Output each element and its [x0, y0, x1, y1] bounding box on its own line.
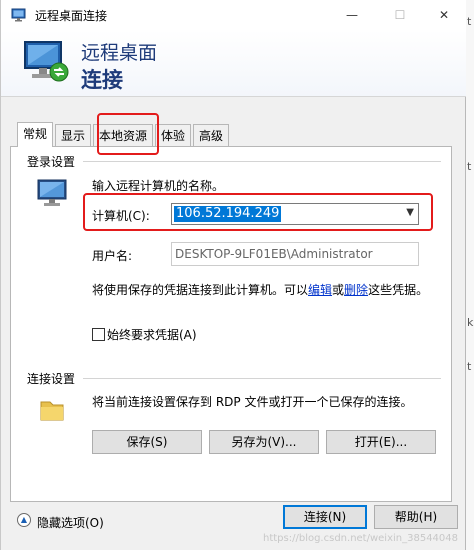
save-as-button[interactable]: 另存为(V)...	[209, 430, 319, 454]
edit-credentials-link[interactable]: 编辑	[308, 283, 332, 297]
header-banner: 远程桌面 连接	[1, 30, 466, 97]
always-ask-checkbox[interactable]	[92, 328, 105, 341]
minimize-button[interactable]: —	[329, 0, 375, 30]
connection-section-divider	[83, 378, 441, 379]
open-button[interactable]: 打开(E)...	[326, 430, 436, 454]
maximize-button[interactable]: ☐	[377, 0, 423, 30]
connection-section-label: 连接设置	[25, 370, 78, 387]
credentials-info-prefix: 将使用保存的凭据连接到此计算机。可以	[92, 283, 309, 297]
annotation-box-local-resources	[97, 113, 159, 155]
computer-name-prompt: 输入远程计算机的名称。	[92, 179, 225, 193]
strip-char-1: t	[467, 15, 472, 28]
watermark: https://blog.csdn.net/weixin_38544048	[263, 533, 459, 544]
annotation-box-computer	[83, 193, 433, 231]
rdp-app-icon	[11, 8, 26, 22]
username-field: DESKTOP-9LF01EB\Administrator	[171, 242, 419, 266]
title-bar[interactable]: 远程桌面连接 — ☐ ✕	[1, 0, 466, 30]
login-section-divider	[83, 161, 441, 162]
remote-desktop-icon	[24, 41, 69, 82]
folder-icon	[40, 401, 64, 421]
tab-general[interactable]: 常规	[17, 122, 54, 147]
banner-title-line1: 远程桌面	[81, 42, 158, 64]
credentials-info: 将使用保存的凭据连接到此计算机。可以编辑或删除这些凭据。	[92, 281, 428, 298]
credentials-info-suffix: 这些凭据。	[368, 283, 429, 297]
delete-credentials-link[interactable]: 删除	[344, 283, 368, 297]
login-section-label: 登录设置	[25, 153, 78, 170]
always-ask-label[interactable]: 始终要求凭据(A)	[107, 326, 197, 343]
close-button[interactable]: ✕	[421, 0, 467, 30]
tab-advanced[interactable]: 高级	[193, 124, 230, 146]
banner-title-line2: 连接	[81, 68, 123, 92]
computer-icon	[37, 179, 67, 206]
hide-options-label[interactable]: 隐藏选项(O)	[37, 514, 104, 531]
tab-display[interactable]: 显示	[55, 124, 92, 146]
tab-experience[interactable]: 体验	[155, 124, 192, 146]
strip-char-3: k	[467, 316, 474, 329]
connect-button[interactable]: 连接(N)	[283, 505, 367, 529]
credentials-info-or: 或	[332, 283, 345, 297]
rdp-window: 远程桌面连接 — ☐ ✕ 远程桌面 连接 常规 显示 本地资源 体验 高级 登录…	[0, 0, 466, 550]
background-window-strip	[466, 0, 474, 550]
help-button[interactable]: 帮助(H)	[374, 505, 458, 529]
username-label: 用户名:	[92, 249, 133, 263]
window-title: 远程桌面连接	[35, 9, 108, 23]
strip-char-4: t	[467, 360, 472, 373]
connection-description: 将当前连接设置保存到 RDP 文件或打开一个已保存的连接。	[92, 395, 413, 409]
chevron-up-icon[interactable]: ▲	[17, 513, 31, 527]
strip-char-2: t	[467, 160, 472, 173]
save-button[interactable]: 保存(S)	[92, 430, 202, 454]
